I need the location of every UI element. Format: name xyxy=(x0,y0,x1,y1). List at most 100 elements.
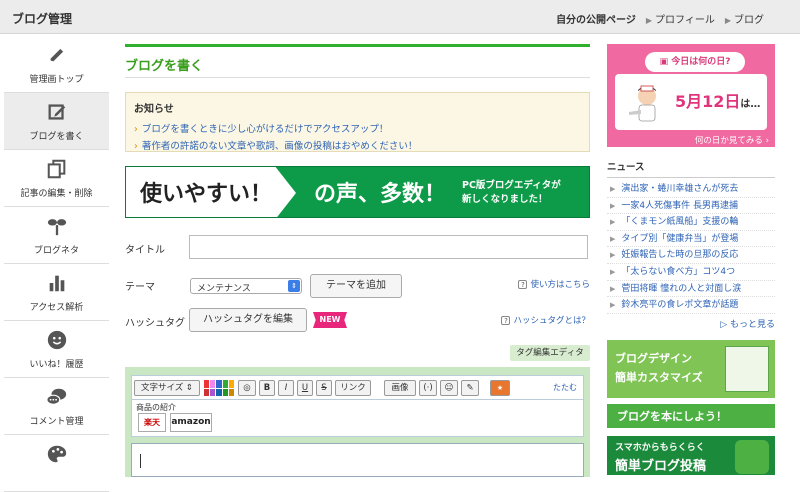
news-item[interactable]: ▶ 「太らない食べ方」コツ4つ xyxy=(607,264,775,281)
today-widget[interactable]: ▣ 今日は何の日? 5月12日は… 何の日か見てみる › xyxy=(607,44,775,147)
add-theme-button[interactable]: テーマを追加 xyxy=(310,274,402,298)
italic-button[interactable]: I xyxy=(278,380,294,396)
rakuten-button[interactable]: 楽天 xyxy=(138,413,166,432)
sidebar-item-edit-delete[interactable]: 記事の編集・削除 xyxy=(4,150,109,207)
notice-link[interactable]: › ブログを書くときに少し心がけるだけでアクセスアップ！ xyxy=(134,121,581,135)
profile-link[interactable]: ▶ プロフィール xyxy=(646,11,715,26)
sidebar: 管理画トップ ブログを書く 記事の編集・削除 ブログネタ アクセス解析 いいね！… xyxy=(4,36,109,492)
sidebar-item-blog-neta[interactable]: ブログネタ xyxy=(4,207,109,264)
news-item[interactable]: ▶ 「くまモン紙風船」支援の輪 xyxy=(607,214,775,231)
today-pill: ▣ 今日は何の日? xyxy=(645,52,745,72)
title-input[interactable] xyxy=(189,235,588,259)
editor: 文字サイズ ⇕ ◎ B I U S リンク 画像 (·) ☺ ✎ ★ たたむ 商… xyxy=(125,367,590,477)
news-item[interactable]: ▶ タイプ別「健康弁当」が登場 xyxy=(607,231,775,248)
question-icon: ? xyxy=(518,280,528,289)
play-circle-icon: ▷ xyxy=(720,319,728,330)
product-intro: 商品の紹介 楽天 amazon xyxy=(131,399,584,437)
notice-heading: お知らせ xyxy=(134,104,174,115)
color-palette[interactable] xyxy=(204,380,234,396)
arrow-icon: › xyxy=(134,124,138,135)
smartphone-ad-line2: 簡単ブログ投稿 xyxy=(615,459,707,474)
triangle-icon: ▶ xyxy=(645,16,653,25)
color-picker-icon[interactable]: ◎ xyxy=(238,380,256,396)
triangle-icon: ▶ xyxy=(610,301,616,310)
page-title: ブログを書く xyxy=(125,44,590,78)
design-ad-text: ブログデザイン 簡単カスタマイズ xyxy=(615,352,703,384)
pages-icon xyxy=(47,159,65,178)
sidebar-item-label: ブログを書く xyxy=(29,131,84,142)
triangle-icon: ▶ xyxy=(724,16,731,25)
title-label: タイトル xyxy=(125,245,165,256)
news-item[interactable]: ▶ 妊娠報告した時の旦那の反応 xyxy=(607,247,775,264)
sidebar-item-likes[interactable]: いいね！履歴 xyxy=(4,321,109,378)
chevron-updown-icon: ⇕ xyxy=(288,280,300,292)
triangle-icon: ▶ xyxy=(610,185,616,193)
sidebar-item-top[interactable]: 管理画トップ xyxy=(4,36,109,93)
notice-box: お知らせ › ブログを書くときに少し心がけるだけでアクセスアップ！ › 著作者の許諾… xyxy=(125,92,590,152)
link-button[interactable]: リンク xyxy=(335,380,371,396)
news-item[interactable]: ▶ 菅田将暉 憧れの人と対面し涙 xyxy=(607,281,775,298)
nurse-icon xyxy=(629,85,656,122)
top-bar: ブログ管理 自分の公開ページ ▶ プロフィール ▶ ブログ xyxy=(0,0,800,34)
edit-icon xyxy=(48,103,65,120)
arrow-icon: › xyxy=(134,141,138,152)
theme-label: テーマ xyxy=(125,282,155,293)
chat-icon xyxy=(45,388,66,405)
hashtag-help-link[interactable]: ? ハッシュタグとは？ xyxy=(501,314,590,326)
sidebar-item-write[interactable]: ブログを書く xyxy=(4,93,109,150)
sidebar-item-design[interactable] xyxy=(4,435,109,492)
news-more-link[interactable]: ▷ もっと見る xyxy=(607,317,775,330)
image-button[interactable]: 画像 xyxy=(384,380,416,396)
news-list: ▶ 演出家・蜷川幸雄さんが死去 ▶ 一家4人死傷事件 長男再逮捕 ▶ 「くまモン紙風船… xyxy=(607,181,775,314)
banner-text-left: 使いやすい！ xyxy=(140,182,273,207)
collapse-link[interactable]: たたむ xyxy=(553,382,577,393)
notice-link[interactable]: › 著作者の許諾のない文章や歌詞、画像の投稿はおやめください！ xyxy=(134,138,581,152)
product-intro-label: 商品の紹介 xyxy=(136,403,176,412)
sticker-icon[interactable]: ☺ xyxy=(440,380,458,396)
edit-hashtag-button[interactable]: ハッシュタグを編集 xyxy=(189,308,307,332)
hashtag-label: ハッシュタグ xyxy=(125,318,185,329)
text-caret xyxy=(140,454,141,468)
tag-editor-tab[interactable]: タグ編集エディタ xyxy=(510,345,590,361)
template-icon[interactable]: ✎ xyxy=(461,380,479,396)
triangle-icon: ▶ xyxy=(610,234,616,243)
smiley-icon xyxy=(47,330,66,349)
sidebar-item-comments[interactable]: コメント管理 xyxy=(4,378,109,435)
public-page-link[interactable]: 自分の公開ページ xyxy=(556,11,636,26)
app-logo-icon xyxy=(735,440,769,474)
bar-chart-icon xyxy=(49,275,64,291)
underline-button[interactable]: U xyxy=(297,380,313,396)
sidebar-item-access[interactable]: アクセス解析 xyxy=(4,264,109,321)
blog-link[interactable]: ▶ ブログ xyxy=(725,11,764,26)
emoji-button[interactable]: (·) xyxy=(419,380,437,396)
post-body-textarea[interactable] xyxy=(131,443,584,477)
strike-button[interactable]: S xyxy=(316,380,332,396)
book-ad[interactable]: ブログを本にしよう！ xyxy=(607,404,775,428)
theme-select[interactable]: メンテナンス ⇕ xyxy=(190,278,302,294)
sidebar-item-label: 記事の編集・削除 xyxy=(20,188,93,199)
amazon-button[interactable]: amazon xyxy=(170,413,212,432)
smartphone-ad-line1: スマホからもらくらく xyxy=(615,443,705,453)
news-item[interactable]: ▶ 演出家・蜷川幸雄さんが死去 xyxy=(607,181,775,198)
palette-icon xyxy=(47,445,66,463)
bold-button[interactable]: B xyxy=(259,380,275,396)
news-heading: ニュース xyxy=(607,159,775,178)
sprout-icon xyxy=(47,218,66,235)
news-item[interactable]: ▶ 鈴木亮平の食レポ文章が話題 xyxy=(607,297,775,314)
triangle-icon: ▶ xyxy=(610,251,616,260)
font-size-select[interactable]: 文字サイズ ⇕ xyxy=(134,380,200,396)
design-thumbnail xyxy=(725,346,769,392)
editor-banner[interactable]: 使いやすい！ の声、多数！ PC版ブログエディタが 新しくなりました！ xyxy=(125,166,590,218)
sidebar-item-label: アクセス解析 xyxy=(29,302,84,313)
triangle-icon: ▶ xyxy=(610,201,616,210)
design-ad[interactable]: ブログデザイン 簡単カスタマイズ xyxy=(607,340,775,398)
smartphone-ad[interactable]: スマホからもらくらく 簡単ブログ投稿 xyxy=(607,436,775,475)
triangle-icon: ▶ xyxy=(610,218,616,227)
banner-text-right: PC版ブログエディタが 新しくなりました！ xyxy=(462,180,561,205)
omakase-icon[interactable]: ★ xyxy=(490,380,510,396)
howto-link[interactable]: ? 使い方はこちら xyxy=(518,278,590,290)
today-more-link[interactable]: 何の日か見てみる › xyxy=(695,134,769,146)
right-column: ▣ 今日は何の日? 5月12日は… 何の日か見てみる › ニュース ▶ 演出家・蜷… xyxy=(607,44,775,330)
news-item[interactable]: ▶ 一家4人死傷事件 長男再逮捕 xyxy=(607,198,775,215)
triangle-icon: ▶ xyxy=(610,267,616,276)
